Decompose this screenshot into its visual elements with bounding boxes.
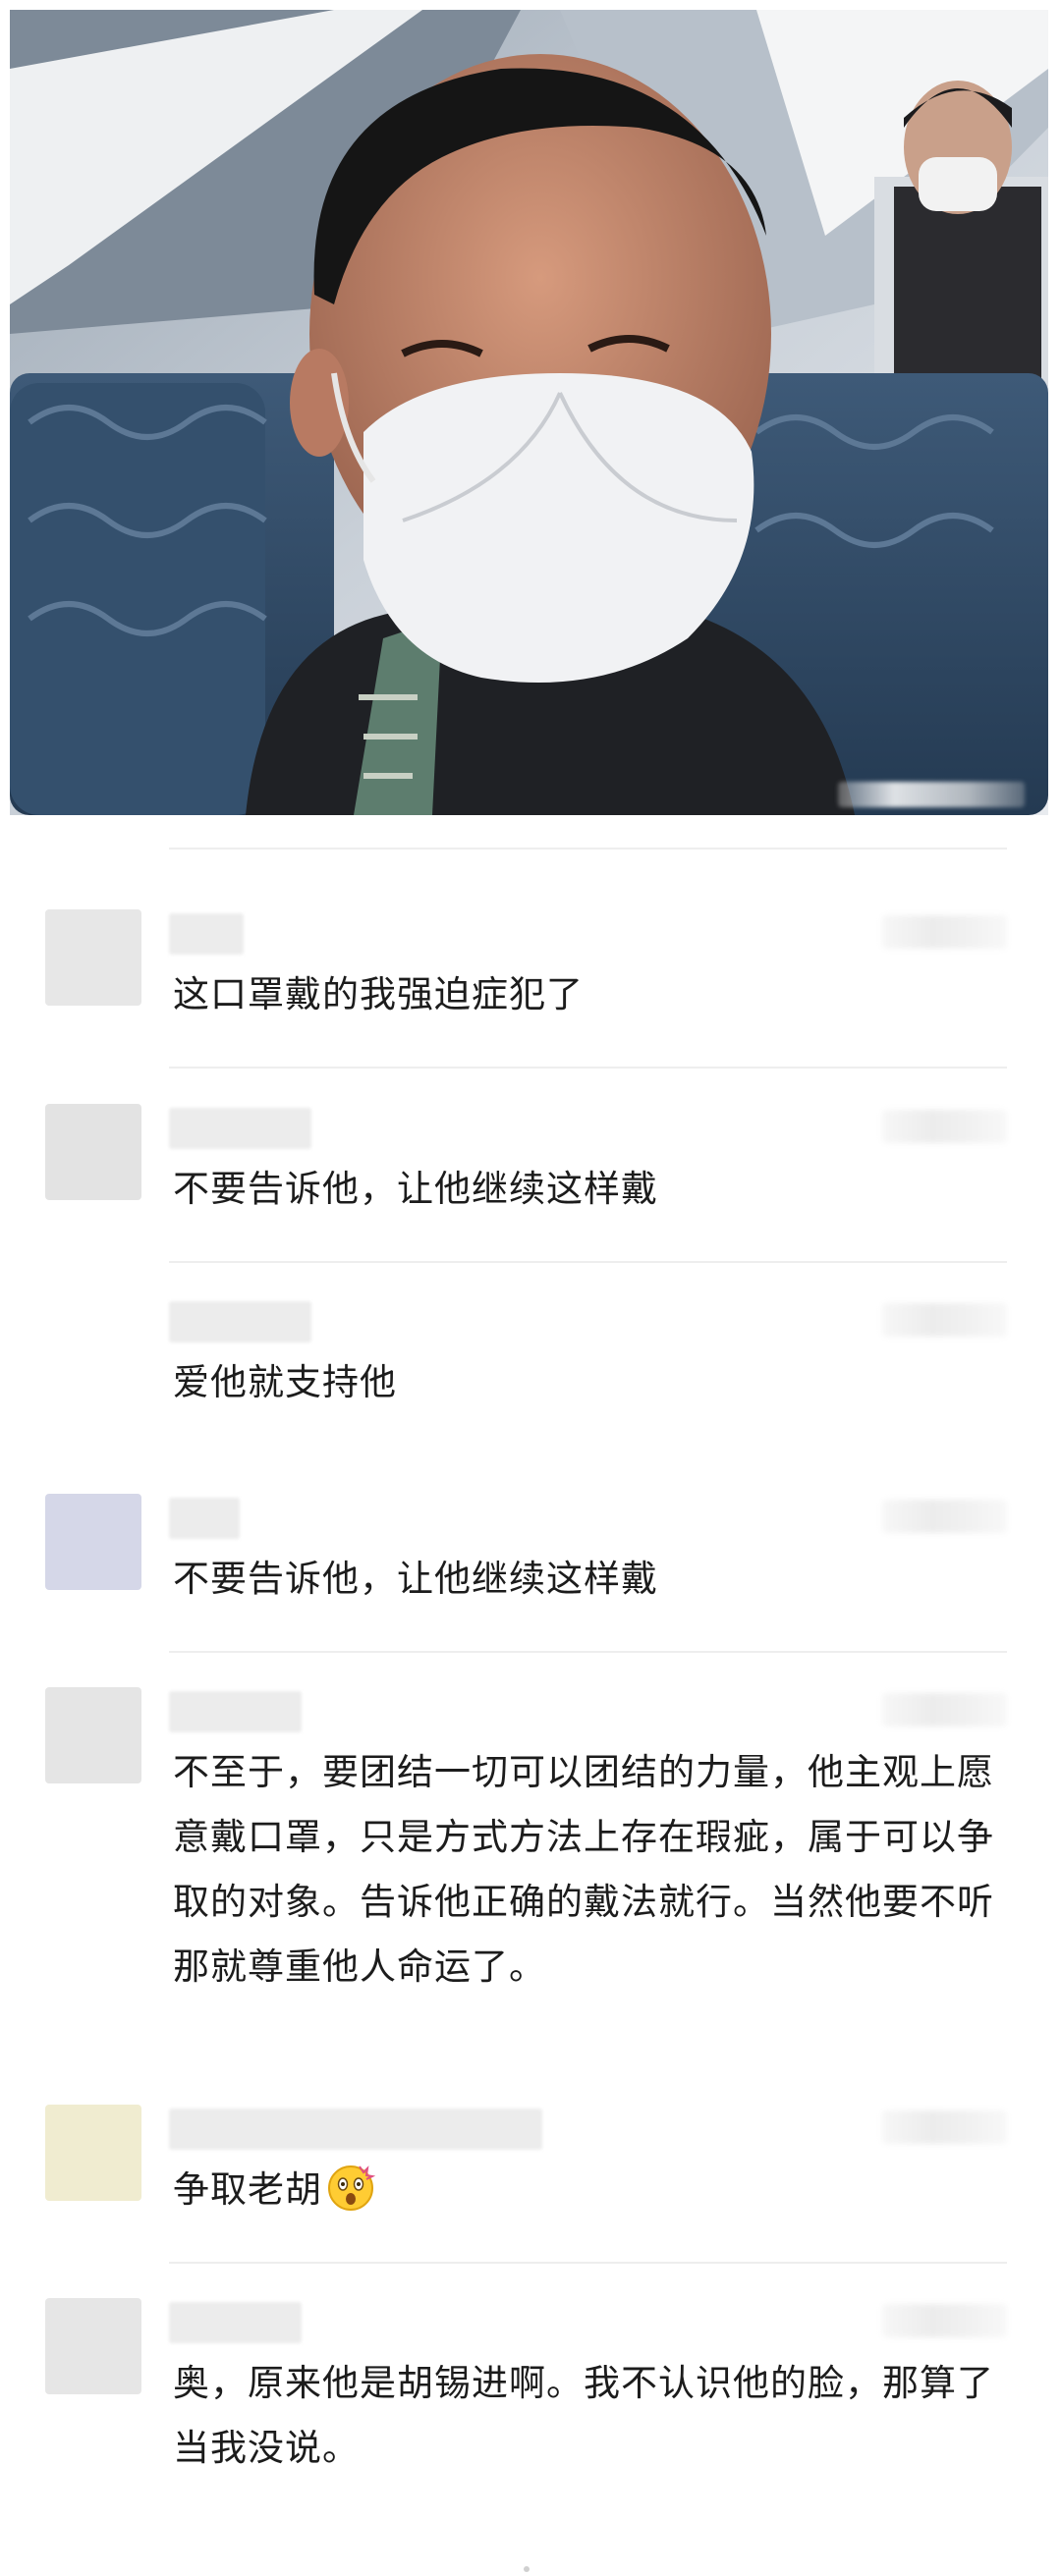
divider: [169, 848, 1007, 850]
avatar[interactable]: [45, 1687, 141, 1783]
timestamp-blurred: [882, 1500, 1007, 1533]
avatar[interactable]: [45, 1104, 141, 1200]
avatar[interactable]: [45, 2298, 141, 2394]
avatar[interactable]: [45, 1494, 141, 1590]
username-blurred[interactable]: [169, 2302, 302, 2343]
timestamp-blurred: [882, 1693, 1007, 1726]
timestamp-blurred: [882, 915, 1007, 949]
timestamp-blurred: [882, 2304, 1007, 2337]
comment-text: 争取老胡: [173, 2158, 1013, 2222]
timestamp-blurred: [882, 1303, 1007, 1337]
username-blurred[interactable]: [169, 2109, 542, 2150]
astonished-face-icon: [328, 2165, 375, 2211]
username-blurred[interactable]: [169, 1108, 311, 1149]
comment-text: 不要告诉他，让他继续这样戴: [173, 1558, 658, 1600]
comment-text: 不至于，要团结一切可以团结的力量，他主观上愿意戴口罩，只是方式方法上存在瑕疵，属…: [173, 1751, 994, 1988]
timestamp-blurred: [882, 1110, 1007, 1143]
divider: [169, 2262, 1007, 2264]
username-blurred[interactable]: [169, 913, 244, 955]
divider: [169, 1067, 1007, 1069]
comment-text: 爱他就支持他: [173, 1361, 397, 1403]
comment-text: 这口罩戴的我强迫症犯了: [173, 973, 584, 1015]
timestamp-blurred: [882, 2110, 1007, 2144]
avatar[interactable]: [45, 909, 141, 1006]
username-blurred[interactable]: [169, 1691, 302, 1732]
airplane-selfie-image: [10, 10, 1048, 815]
divider: [169, 1261, 1007, 1263]
divider: [169, 1651, 1007, 1653]
username-blurred[interactable]: [169, 1498, 240, 1539]
watermark-blur: [838, 782, 1025, 807]
post-photo[interactable]: [10, 10, 1048, 815]
comment-text: 不要告诉他，让他继续这样戴: [173, 1168, 658, 1210]
avatar[interactable]: [45, 2105, 141, 2201]
comment-text: 奥，原来他是胡锡进啊。我不认识他的脸，那算了当我没说。: [173, 2362, 994, 2469]
more-indicator-icon: [524, 2566, 530, 2572]
username-blurred[interactable]: [169, 1301, 311, 1343]
comment-text-content: 争取老胡: [173, 2168, 322, 2211]
